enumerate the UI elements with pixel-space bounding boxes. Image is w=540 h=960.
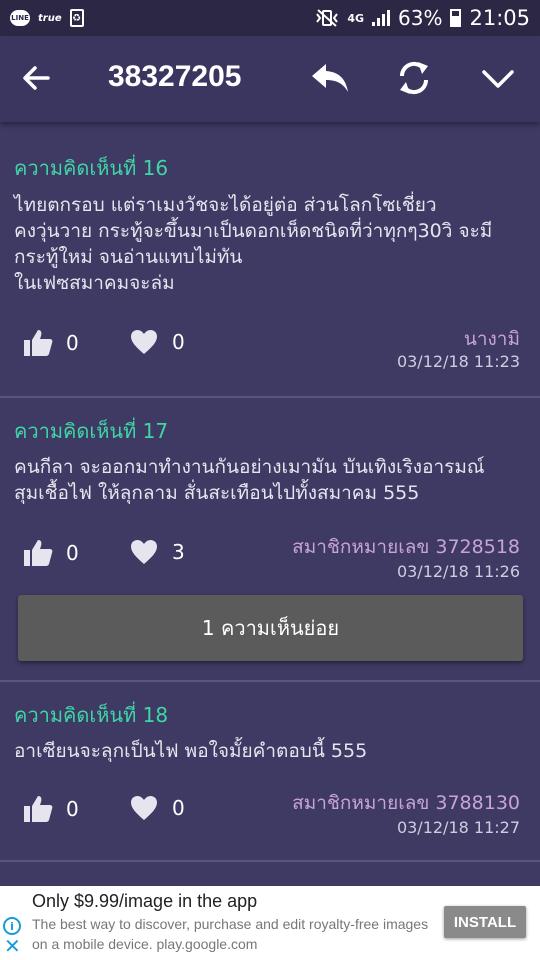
thumbs-up-icon bbox=[24, 796, 53, 822]
thumbs-up-icon bbox=[24, 540, 53, 566]
notification-icons: LINE true ♻ bbox=[10, 9, 84, 27]
thumbs-up-icon bbox=[24, 330, 53, 356]
comment-title: ความคิดเห็นที่ 17 bbox=[14, 419, 169, 443]
comment-body: อาเซียนจะลุกเป็นไฟ พอใจมั้ยคำตอบนี้ 555 bbox=[14, 740, 368, 762]
reply-icon[interactable] bbox=[310, 60, 350, 96]
comment-author[interactable]: สมาชิกหมายเลข 3788130 bbox=[292, 788, 520, 818]
battery-icon bbox=[450, 9, 462, 27]
comment-body: ไทยตกรอบ แต่ราเมงวัชจะได้อยู่ต่อ ส่วนโลก… bbox=[14, 194, 493, 294]
heart-icon bbox=[131, 330, 157, 354]
line-app-icon: LINE bbox=[10, 10, 30, 26]
like-button[interactable]: 0 bbox=[22, 794, 79, 824]
heart-count: 0 bbox=[172, 330, 185, 354]
like-count: 0 bbox=[66, 331, 79, 355]
install-button[interactable]: INSTALL bbox=[444, 906, 526, 938]
heart-button[interactable]: 0 bbox=[130, 794, 185, 822]
comment-date: 03/12/18 11:23 bbox=[396, 352, 520, 371]
heart-count: 0 bbox=[172, 796, 185, 820]
sub-replies-button[interactable]: 1 ความเห็นย่อย bbox=[18, 595, 523, 661]
comment-title: ความคิดเห็นที่ 18 bbox=[14, 703, 169, 727]
back-arrow-icon[interactable] bbox=[20, 62, 52, 94]
refresh-icon[interactable] bbox=[396, 58, 432, 98]
comment-author[interactable]: นางามิ bbox=[464, 324, 520, 354]
recycle-icon: ♻ bbox=[69, 9, 84, 27]
like-button[interactable]: 0 bbox=[22, 328, 79, 358]
ad-banner[interactable]: i ✕ Only $9.99/image in the app The best… bbox=[0, 886, 540, 960]
like-button[interactable]: 0 bbox=[22, 538, 79, 568]
topic-id: 38327205 bbox=[108, 60, 242, 93]
battery-percent: 63% bbox=[398, 6, 443, 30]
heart-button[interactable]: 0 bbox=[130, 328, 185, 356]
comment-item: ความคิดเห็นที่ 18 อาเซียนจะลุกเป็นไฟ พอใ… bbox=[0, 682, 540, 862]
comment-date: 03/12/18 11:27 bbox=[396, 818, 520, 837]
heart-count: 3 bbox=[172, 540, 185, 564]
status-bar: LINE true ♻ 4G 63% 21:05 bbox=[0, 0, 540, 36]
comment-date: 03/12/18 11:26 bbox=[396, 562, 520, 581]
close-icon[interactable]: ✕ bbox=[4, 936, 21, 956]
heart-icon bbox=[131, 540, 157, 564]
vibrate-mute-icon bbox=[316, 9, 339, 27]
signal-icon bbox=[372, 10, 391, 26]
heart-icon bbox=[131, 796, 157, 820]
comment-title: ความคิดเห็นที่ 16 bbox=[14, 156, 169, 180]
comment-list: ความคิดเห็นที่ 16 ไทยตกรอบ แต่ราเมงวัชจะ… bbox=[0, 122, 540, 862]
comment-body: คนกีลา จะออกมาทำงานกันอย่างเมามัน บันเทิ… bbox=[14, 456, 485, 504]
top-app-bar: 38327205 bbox=[0, 36, 540, 122]
clock: 21:05 bbox=[469, 6, 530, 30]
chevron-down-icon[interactable] bbox=[480, 62, 516, 94]
ad-title: Only $9.99/image in the app bbox=[32, 891, 258, 911]
comment-item: ความคิดเห็นที่ 16 ไทยตกรอบ แต่ราเมงวัชจะ… bbox=[0, 122, 540, 398]
like-count: 0 bbox=[66, 797, 79, 821]
system-icons: 4G 63% 21:05 bbox=[315, 6, 530, 30]
ad-description: The best way to discover, purchase and e… bbox=[32, 916, 429, 952]
comment-author[interactable]: สมาชิกหมายเลข 3728518 bbox=[292, 532, 520, 562]
comment-item: ความคิดเห็นที่ 17 คนกีลา จะออกมาทำงานกัน… bbox=[0, 398, 540, 682]
network-type: 4G bbox=[347, 11, 365, 25]
ad-info-icon[interactable]: i bbox=[3, 917, 21, 935]
like-count: 0 bbox=[66, 541, 79, 565]
true-app-icon: true bbox=[38, 12, 62, 24]
sub-replies-label: 1 ความเห็นย่อย bbox=[201, 616, 340, 640]
heart-button[interactable]: 3 bbox=[130, 538, 185, 566]
